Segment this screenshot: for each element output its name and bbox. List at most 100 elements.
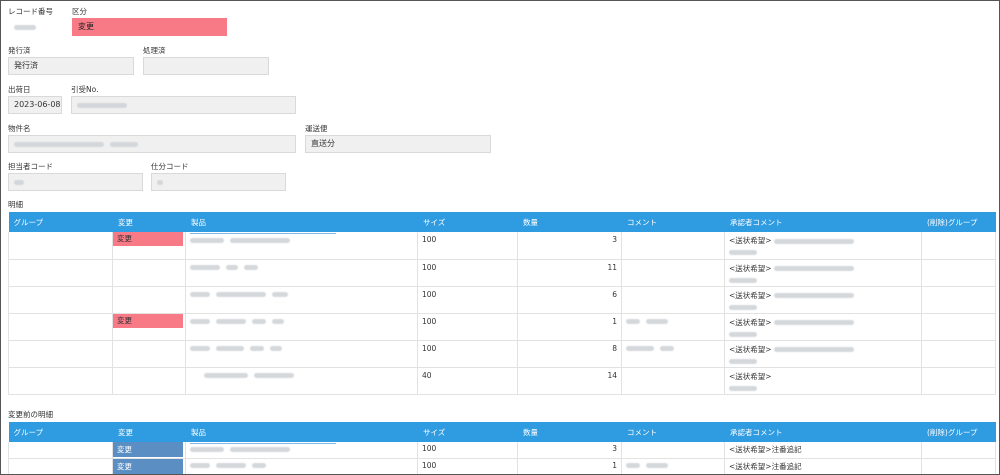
table-row[interactable]: 40 14 <送状希望> [8,367,996,395]
col-group[interactable]: グループ [8,212,113,232]
change-badge: 変更 [113,313,183,328]
col-deleted-group[interactable]: (削除)グループ [921,422,996,442]
table-row[interactable]: 100 11 <送状希望> [8,259,996,287]
group-cell [8,340,113,368]
qty-cell: 14 [517,367,622,395]
product-cell [185,367,418,395]
hikiuke-field[interactable] [71,96,296,114]
col-size[interactable]: サイズ [417,212,518,232]
unsoubin-label: 運送便 [305,124,328,133]
change-cell [112,367,186,395]
size-cell: 100 [417,442,518,459]
group-cell [8,313,113,341]
size-cell: 100 [417,259,518,287]
approver-comment-cell: <送状希望>注番追記 [724,442,922,459]
size-cell: 100 [417,340,518,368]
shorizumi-field[interactable] [143,57,269,75]
table-row[interactable]: 変更 100 3 <送状希望> [8,232,996,260]
qty-cell: 1 [517,313,622,341]
table-row[interactable]: 100 6 <送状希望> [8,286,996,314]
qty-cell: 11 [517,259,622,287]
col-comment[interactable]: コメント [621,422,725,442]
col-product[interactable]: 製品 [185,212,418,232]
approver-comment-cell: <送状希望> [724,286,922,314]
record-no-label: レコード番号 [8,7,53,16]
product-cell [185,458,418,474]
unsoubin-field[interactable]: 直送分 [305,135,491,153]
size-cell: 40 [417,367,518,395]
col-product[interactable]: 製品 [185,422,418,442]
table-row[interactable]: 変更 100 3 <送状希望>注番追記 [8,442,996,459]
shorizumi-label: 処理済 [143,46,166,55]
approver-comment-cell: <送状希望>注番追記 [724,458,922,474]
record-no-field [8,18,63,36]
before-header-row: グループ 変更 製品 サイズ 数量 コメント 承認者コメント (削除)グループ [8,422,996,442]
comment-cell [621,340,725,368]
comment-cell [621,313,725,341]
product-cell [185,340,418,368]
change-badge: 変更 [113,232,183,246]
deleted-group-cell [921,442,996,459]
group-cell [8,286,113,314]
comment-cell [621,458,725,474]
approver-comment-cell: <送状希望> [724,259,922,287]
comment-cell [621,259,725,287]
col-approver-comment[interactable]: 承認者コメント [724,422,922,442]
meisai-header-row: グループ 変更 製品 サイズ 数量 コメント 承認者コメント (削除)グループ [8,212,996,232]
before-table: グループ 変更 製品 サイズ 数量 コメント 承認者コメント (削除)グループ … [8,422,996,474]
col-change[interactable]: 変更 [112,212,186,232]
product-cell [185,259,418,287]
table-row[interactable]: 100 8 <送状希望> [8,340,996,368]
tantou-field[interactable] [8,173,143,191]
change-cell: 変更 [112,442,186,459]
group-cell [8,442,113,459]
deleted-group-cell [921,458,996,474]
deleted-group-cell [921,232,996,260]
qty-cell: 6 [517,286,622,314]
shukkabi-label: 出荷日 [8,85,31,94]
col-change[interactable]: 変更 [112,422,186,442]
col-comment[interactable]: コメント [621,212,725,232]
size-cell: 100 [417,313,518,341]
meisai-table: グループ 変更 製品 サイズ 数量 コメント 承認者コメント (削除)グループ … [8,212,996,395]
qty-cell: 3 [517,442,622,459]
group-cell [8,367,113,395]
deleted-group-cell [921,313,996,341]
col-group[interactable]: グループ [8,422,113,442]
change-cell [112,259,186,287]
col-qty[interactable]: 数量 [517,212,622,232]
size-cell: 100 [417,286,518,314]
change-cell [112,340,186,368]
deleted-group-cell [921,259,996,287]
bukken-field[interactable] [8,135,296,153]
meisai-title: 明細 [8,200,23,209]
col-qty[interactable]: 数量 [517,422,622,442]
size-cell: 100 [417,458,518,474]
qty-cell: 1 [517,458,622,474]
shiwake-field[interactable] [151,173,286,191]
kubun-field[interactable]: 変更 [72,18,227,36]
col-deleted-group[interactable]: (削除)グループ [921,212,996,232]
comment-cell [621,286,725,314]
size-cell: 100 [417,232,518,260]
col-approver-comment[interactable]: 承認者コメント [724,212,922,232]
shiwake-label: 仕分コード [151,162,189,171]
comment-cell [621,442,725,459]
change-badge: 変更 [113,458,183,474]
change-cell [112,286,186,314]
hakkozumi-label: 発行済 [8,46,31,55]
table-row[interactable]: 変更 100 1 <送状希望> [8,313,996,341]
product-cell [185,286,418,314]
approver-comment-cell: <送状希望> [724,313,922,341]
hakkozumi-field[interactable]: 発行済 [8,57,134,75]
before-title: 変更前の明細 [8,410,53,419]
product-cell [185,232,418,260]
col-size[interactable]: サイズ [417,422,518,442]
approver-comment-cell: <送状希望> [724,232,922,260]
product-cell [185,313,418,341]
kubun-label: 区分 [72,7,87,16]
deleted-group-cell [921,340,996,368]
shukkabi-field[interactable]: 2023-06-08 [8,96,62,114]
group-cell [8,232,113,260]
table-row[interactable]: 変更 100 1 <送状希望>注番追記 [8,458,996,474]
